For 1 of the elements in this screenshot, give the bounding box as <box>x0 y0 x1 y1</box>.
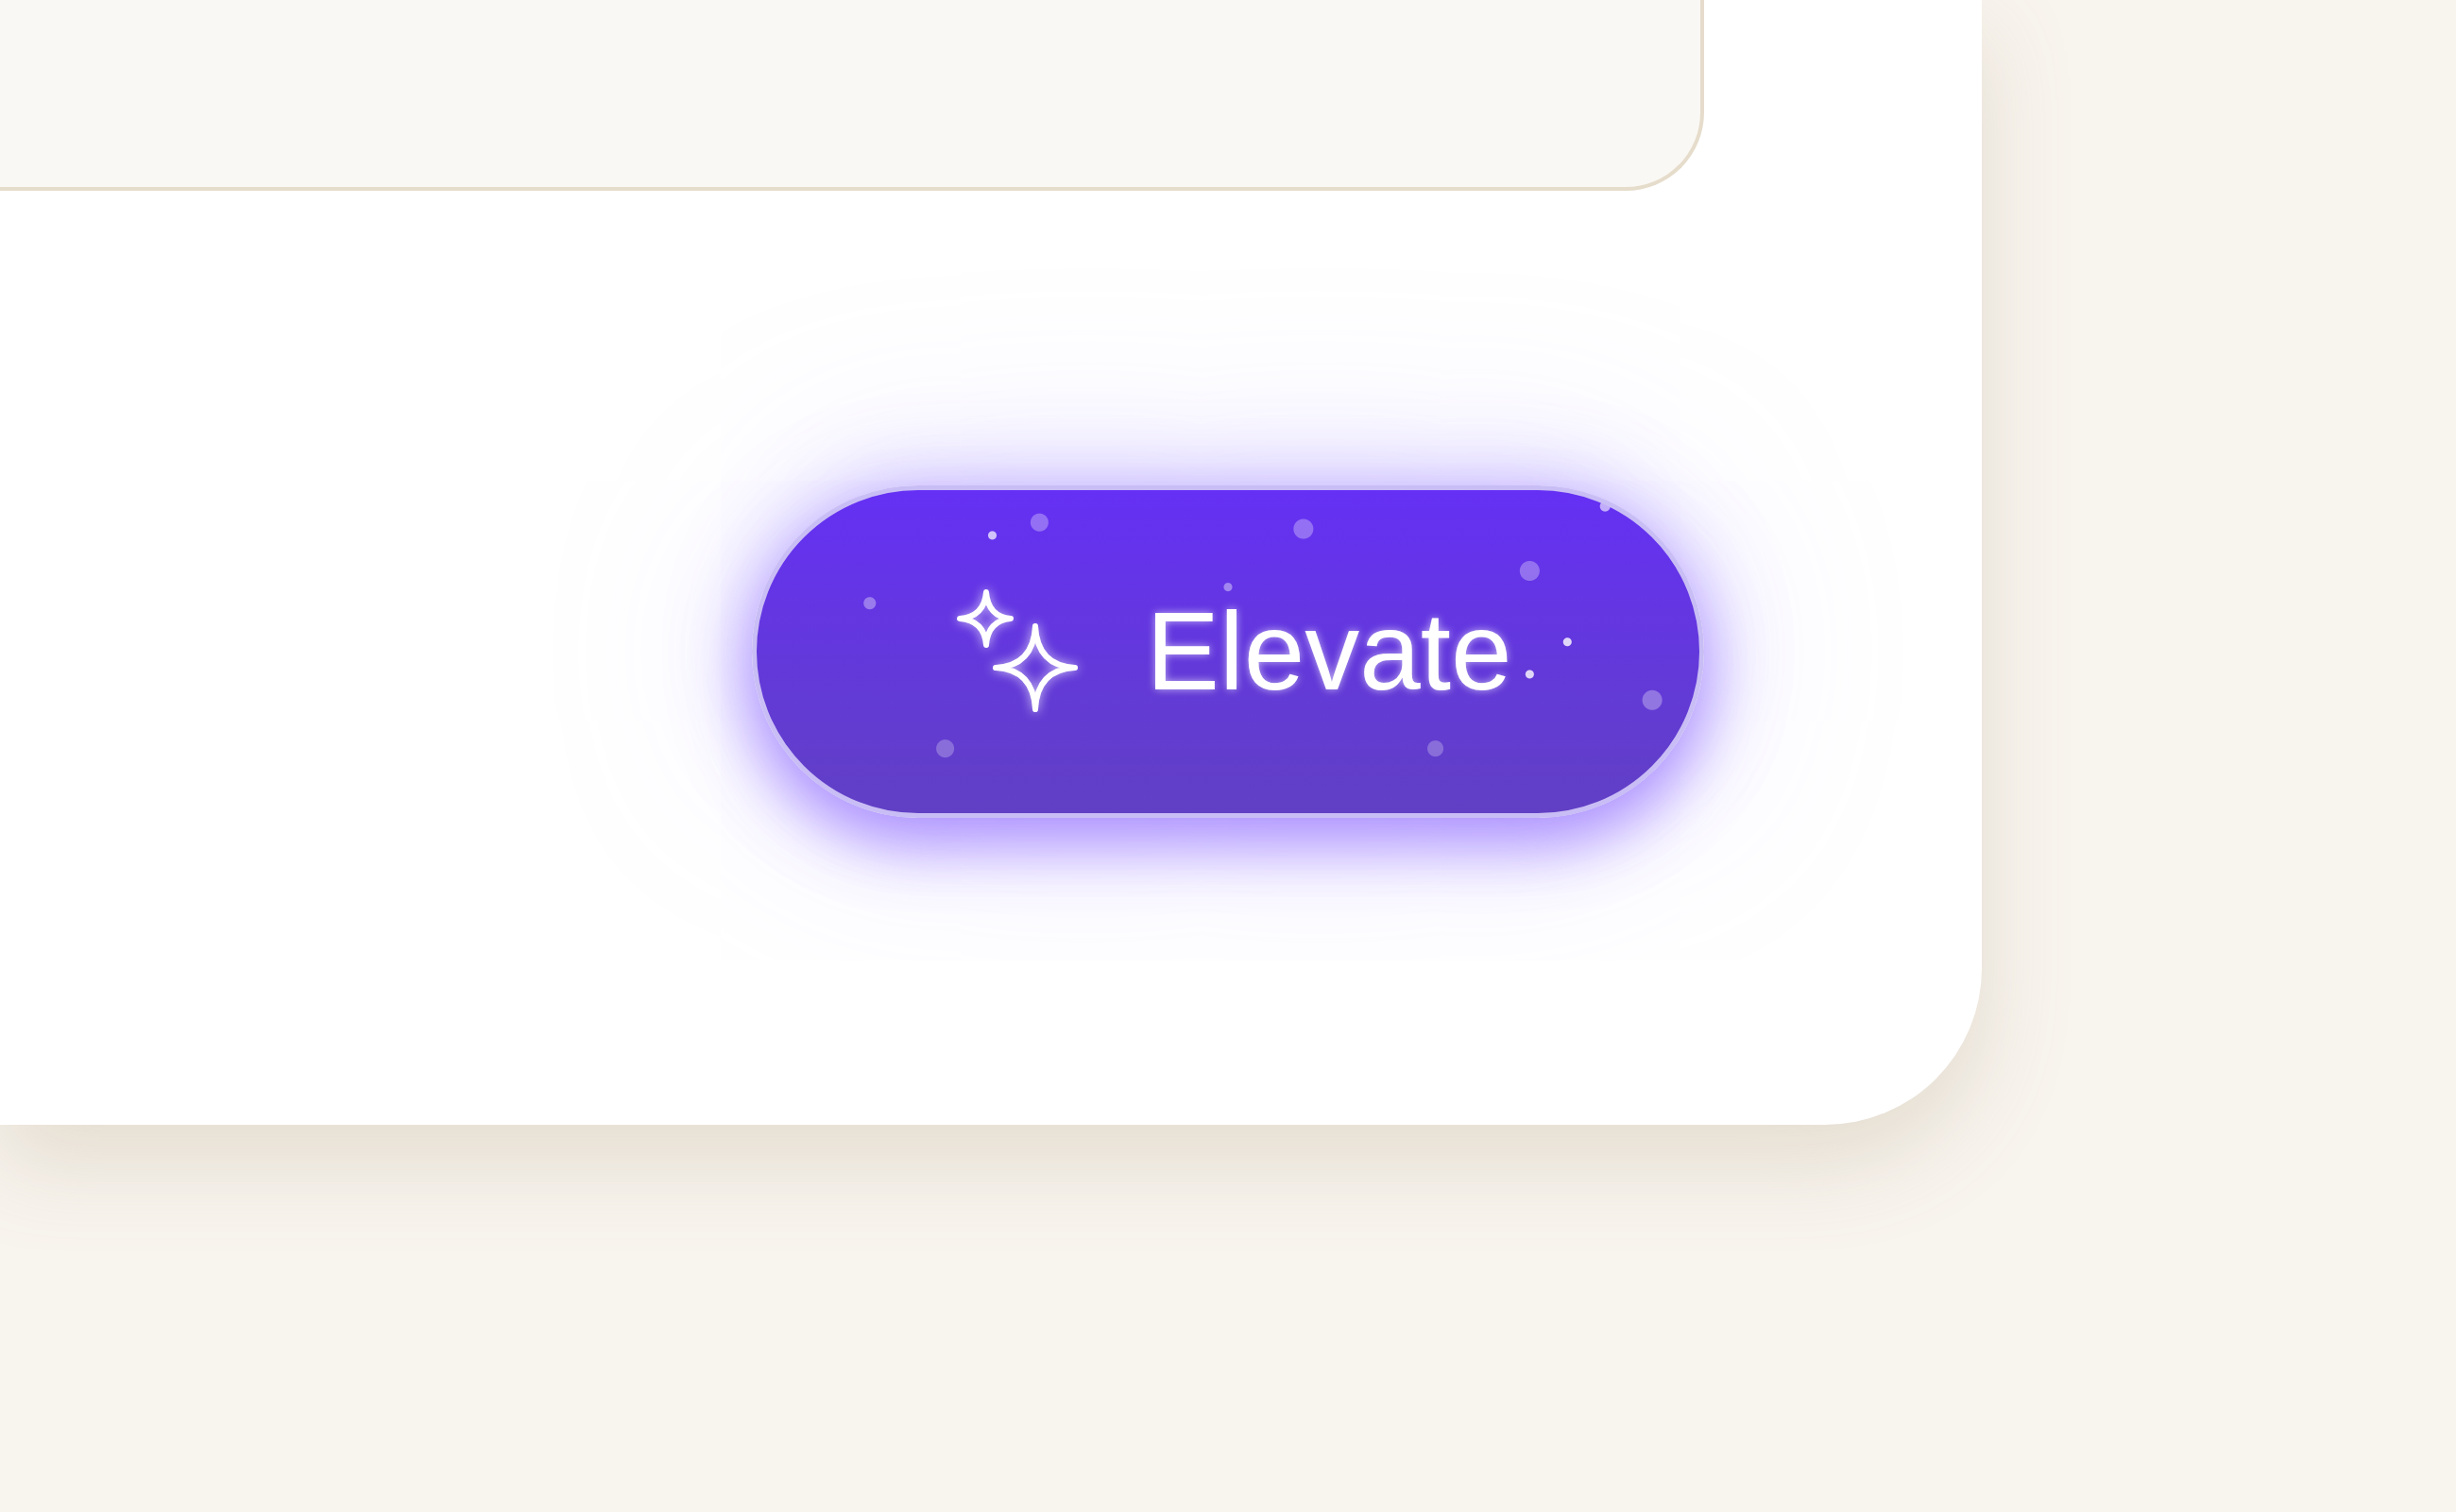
elevate-button[interactable]: Elevate <box>752 485 1704 818</box>
